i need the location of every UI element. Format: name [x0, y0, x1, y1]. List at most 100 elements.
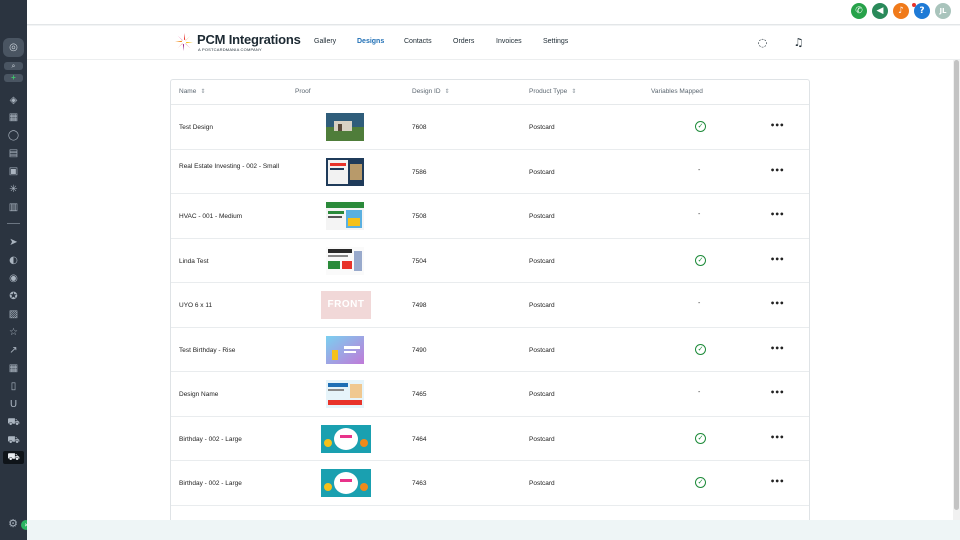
design-name[interactable]: UYO 6 x 11	[179, 301, 289, 311]
page-scrollbar[interactable]	[953, 60, 960, 520]
design-name[interactable]: Linda Test	[179, 257, 289, 267]
design-id: 7508	[412, 213, 427, 220]
proof-thumbnail[interactable]	[326, 380, 364, 408]
dashboard-icon[interactable]: ▦	[6, 111, 21, 124]
reputation-icon[interactable]: ☆	[6, 326, 21, 339]
megaphone-icon[interactable]: ◀	[872, 3, 888, 19]
table-row[interactable]: HVAC - 001 - Medium 7508 Postcard - •••	[171, 194, 809, 239]
proof-thumbnail[interactable]	[326, 113, 364, 141]
notifications-bell-icon[interactable]: ♫	[792, 36, 805, 49]
nav-orders[interactable]: Orders	[453, 38, 474, 45]
support-chat-icon[interactable]: ◌	[756, 36, 769, 49]
design-name[interactable]: Birthday - 002 - Large	[179, 479, 289, 489]
design-name[interactable]: HVAC - 001 - Medium	[179, 212, 289, 222]
nav-gallery[interactable]: Gallery	[314, 38, 336, 45]
send-icon[interactable]: ➤	[6, 236, 21, 249]
top-bar: ✆ ◀ ♪ ? JL	[27, 0, 960, 25]
proof-thumbnail[interactable]	[326, 157, 364, 186]
underline-icon[interactable]: U	[6, 398, 21, 411]
column-header-design-id[interactable]: Design ID ⇕	[412, 88, 450, 95]
account-icon[interactable]: ◎	[3, 38, 24, 57]
table-row[interactable]: UYO 6 x 11 FRONT 7498 Postcard - •••	[171, 283, 809, 328]
column-header-product-type[interactable]: Product Type ⇕	[529, 88, 576, 95]
contacts-icon[interactable]: ▣	[6, 165, 21, 178]
location-icon[interactable]: ◈	[6, 94, 21, 107]
apps-icon[interactable]: ▦	[6, 362, 21, 375]
more-actions-icon[interactable]: •••	[770, 477, 784, 486]
table-row[interactable]: Birthday - 002 - Large 7464 Postcard ✓ •…	[171, 417, 809, 461]
media-icon[interactable]: ▨	[6, 308, 21, 321]
scrollbar-thumb[interactable]	[954, 60, 959, 510]
calendar-icon[interactable]: ▤	[6, 147, 21, 160]
proof-thumbnail[interactable]	[326, 202, 364, 230]
add-icon[interactable]: +	[4, 74, 23, 82]
brand-tagline: A POSTCARDMANIA COMPANY	[198, 47, 262, 52]
proof-thumbnail[interactable]	[321, 469, 371, 497]
more-actions-icon[interactable]: •••	[770, 299, 784, 308]
table-row[interactable]: Design Name 7465 Postcard - •••	[171, 372, 809, 417]
sidebar-divider	[7, 223, 20, 224]
table-row[interactable]: Birthday - 002 - Large 7463 Postcard ✓ •…	[171, 461, 809, 506]
more-actions-icon[interactable]: •••	[770, 433, 784, 442]
bell-icon[interactable]: ♪	[893, 3, 909, 19]
table-row[interactable]: Test Birthday - Rise 7490 Postcard ✓ •••	[171, 328, 809, 372]
more-actions-icon[interactable]: •••	[770, 255, 784, 264]
nav-invoices[interactable]: Invoices	[496, 38, 522, 45]
nav-settings[interactable]: Settings	[543, 38, 568, 45]
table-row[interactable]: Linda Test 7504 Postcard ✓ •••	[171, 239, 809, 283]
nav-designs[interactable]: Designs	[357, 38, 384, 45]
not-mapped-mark: -	[698, 166, 701, 174]
sort-icon[interactable]: ⇕	[200, 88, 205, 95]
design-name[interactable]: Test Design	[179, 123, 289, 133]
proof-thumbnail[interactable]	[326, 246, 364, 275]
avatar[interactable]: JL	[935, 3, 951, 19]
reporting-icon[interactable]: ↗	[6, 344, 21, 357]
more-actions-icon[interactable]: •••	[770, 388, 784, 397]
more-actions-icon[interactable]: •••	[770, 166, 784, 175]
sort-icon[interactable]: ⇕	[571, 88, 576, 95]
chat-icon[interactable]: ◯	[6, 129, 21, 142]
sort-icon[interactable]: ⇕	[445, 88, 450, 95]
product-type: Postcard	[529, 302, 555, 309]
check-circle-icon: ✓	[695, 121, 706, 132]
left-sidebar: ◎ ⌕ + ◈ ▦ ◯ ▤ ▣ ✳ ▥ ➤ ◐ ◉ ✪ ▨ ☆ ↗ ▦ ▯ U …	[0, 0, 31, 540]
sites-icon[interactable]: ◉	[6, 272, 21, 285]
design-id: 7464	[412, 435, 427, 443]
proof-thumbnail[interactable]	[326, 335, 364, 364]
table-row[interactable]: Test Design 7608 Postcard ✓ •••	[171, 105, 809, 150]
footer-strip	[27, 520, 960, 540]
gear-icon[interactable]: ⚙	[7, 518, 19, 530]
design-name[interactable]: Design Name	[179, 390, 289, 400]
phone-icon[interactable]: ✆	[851, 3, 867, 19]
payments-icon[interactable]: ▥	[6, 201, 21, 214]
truck-icon[interactable]: ⛟	[6, 416, 21, 429]
design-id: 7586	[412, 168, 427, 176]
product-type: Postcard	[529, 168, 555, 176]
column-header-name[interactable]: Name ⇕	[179, 88, 205, 95]
more-actions-icon[interactable]: •••	[770, 121, 784, 130]
membership-icon[interactable]: ✪	[6, 290, 21, 303]
design-name[interactable]: Birthday - 002 - Large	[179, 435, 289, 445]
table-row[interactable]: Real Estate Investing - 002 - Small 7586…	[171, 150, 809, 194]
automation-icon[interactable]: ◐	[6, 254, 21, 267]
help-icon[interactable]: ?	[914, 3, 930, 19]
more-actions-icon[interactable]: •••	[770, 210, 784, 219]
product-type: Postcard	[529, 480, 555, 487]
app-header: PCM Integrations A POSTCARDMANIA COMPANY…	[27, 26, 960, 60]
product-type: Postcard	[529, 391, 555, 398]
table-row[interactable]	[171, 506, 809, 520]
proof-thumbnail[interactable]	[321, 424, 371, 453]
not-mapped-mark: -	[698, 211, 701, 218]
shipping-icon[interactable]: ⛟	[6, 434, 21, 447]
nav-contacts[interactable]: Contacts	[404, 38, 432, 45]
search-icon[interactable]: ⌕	[4, 62, 23, 70]
proof-thumbnail[interactable]: FRONT	[321, 291, 371, 319]
check-circle-icon: ✓	[695, 343, 706, 355]
mobile-icon[interactable]: ▯	[6, 380, 21, 393]
design-name[interactable]: Test Birthday - Rise	[179, 346, 289, 356]
designs-table: Name ⇕ Proof Design ID ⇕ Product Type ⇕ Var…	[170, 79, 810, 520]
design-name[interactable]: Real Estate Investing - 002 - Small	[179, 162, 289, 172]
more-actions-icon[interactable]: •••	[770, 344, 784, 353]
pcm-integrations-icon[interactable]: ⛟	[3, 451, 24, 464]
workflow-icon[interactable]: ✳	[6, 183, 21, 196]
